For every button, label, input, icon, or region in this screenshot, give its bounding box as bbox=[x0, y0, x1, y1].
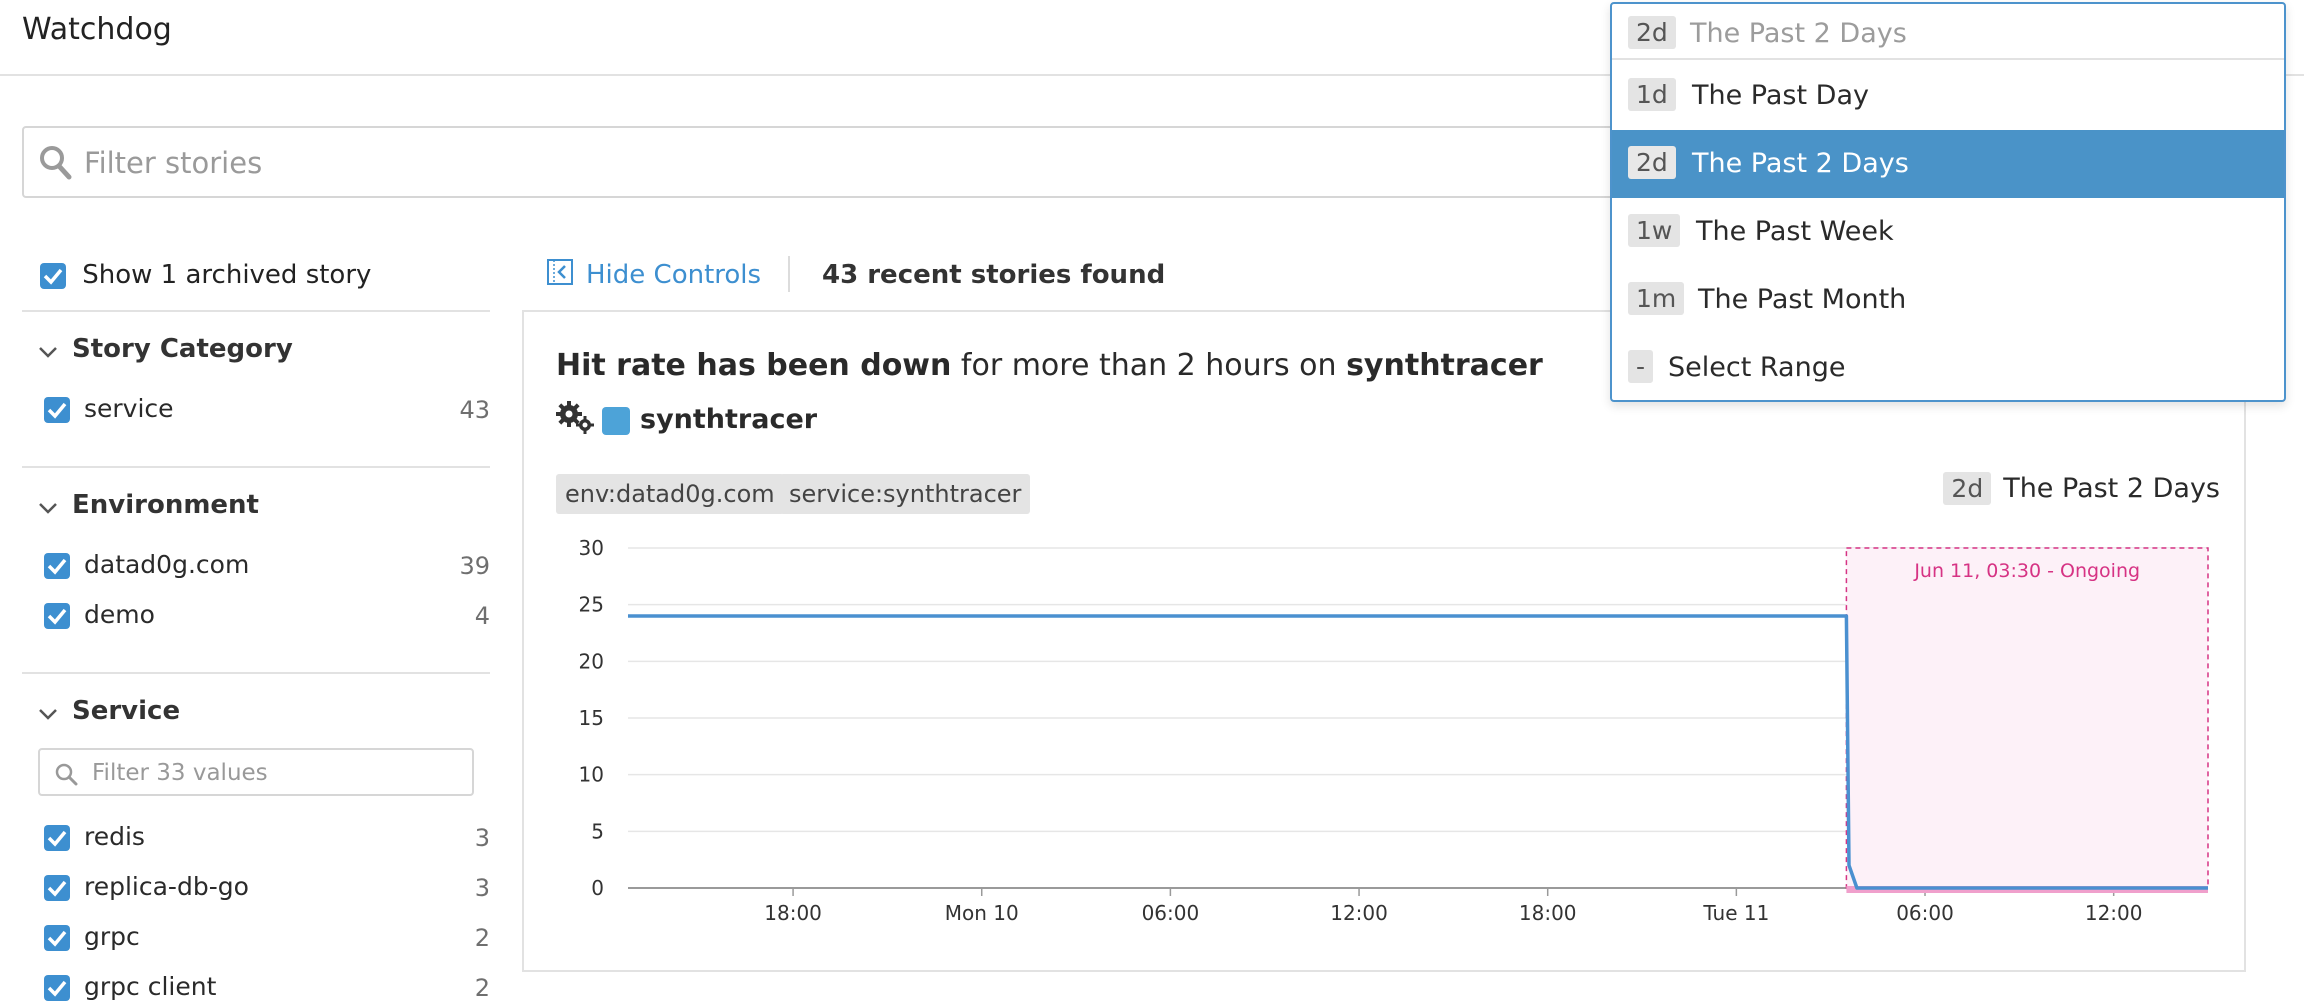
y-tick-label: 0 bbox=[591, 876, 604, 900]
y-tick-label: 15 bbox=[579, 706, 604, 730]
option-label: The Past Month bbox=[1698, 284, 1906, 315]
y-tick-label: 5 bbox=[591, 819, 604, 843]
divider bbox=[22, 466, 490, 468]
facet-label: grpc client bbox=[84, 972, 216, 1001]
facet-label: demo bbox=[84, 600, 155, 629]
facet-label: service bbox=[84, 394, 174, 423]
checkbox-checked-icon[interactable] bbox=[44, 875, 70, 901]
app-title: Watchdog bbox=[22, 12, 172, 47]
checkbox-checked-icon[interactable] bbox=[44, 925, 70, 951]
time-range-current[interactable]: 2d The Past 2 Days bbox=[1612, 4, 2284, 60]
facet-item-datad0g[interactable]: datad0g.com 39 bbox=[44, 550, 490, 579]
chevron-down-icon bbox=[38, 491, 58, 521]
facet-label: grpc bbox=[84, 922, 140, 951]
checkbox-checked-icon[interactable] bbox=[44, 603, 70, 629]
option-past-2-days[interactable]: 2d The Past 2 Days bbox=[1612, 130, 2284, 198]
current-abbr: 2d bbox=[1628, 16, 1676, 49]
facet-item-grpc[interactable]: grpc 2 bbox=[44, 922, 490, 951]
search-icon bbox=[38, 144, 72, 184]
show-archived-label: Show 1 archived story bbox=[82, 260, 371, 290]
hide-controls-button[interactable]: Hide Controls bbox=[546, 258, 761, 293]
collapse-panel-icon bbox=[546, 258, 574, 293]
x-tick-label: 06:00 bbox=[1142, 901, 1200, 925]
x-tick-label: 12:00 bbox=[1330, 901, 1388, 925]
facet-item-redis[interactable]: redis 3 bbox=[44, 822, 490, 851]
option-label: The Past 2 Days bbox=[1692, 148, 1909, 179]
option-select-range[interactable]: - Select Range bbox=[1612, 334, 2284, 402]
search-icon bbox=[54, 762, 78, 790]
y-tick-label: 20 bbox=[579, 649, 604, 673]
show-archived-toggle[interactable]: Show 1 archived story bbox=[40, 260, 371, 290]
x-tick-label: 18:00 bbox=[764, 901, 822, 925]
service-filter-input[interactable]: Filter 33 values bbox=[38, 748, 474, 796]
facet-label: redis bbox=[84, 822, 145, 851]
ongoing-annotation-label: Jun 11, 03:30 - Ongoing bbox=[1913, 560, 2140, 582]
facet-count: 3 bbox=[475, 874, 490, 902]
checkbox-checked-icon[interactable] bbox=[44, 397, 70, 423]
facet-count: 2 bbox=[475, 924, 490, 952]
story-card[interactable]: Hit rate has been down for more than 2 h… bbox=[522, 310, 2246, 972]
option-label: The Past Week bbox=[1696, 216, 1894, 247]
section-service[interactable]: Service bbox=[38, 696, 180, 727]
option-past-week[interactable]: 1w The Past Week bbox=[1612, 198, 2284, 266]
y-tick-label: 25 bbox=[579, 593, 604, 617]
option-past-day[interactable]: 1d The Past Day bbox=[1612, 62, 2284, 130]
option-abbr: - bbox=[1628, 350, 1653, 383]
facet-label: datad0g.com bbox=[84, 550, 249, 579]
ongoing-region bbox=[1846, 548, 2208, 888]
facet-item-demo[interactable]: demo 4 bbox=[44, 600, 490, 629]
facet-item-grpc-client[interactable]: grpc client 2 bbox=[44, 972, 490, 1001]
option-abbr: 1d bbox=[1628, 78, 1676, 111]
x-tick-label: 18:00 bbox=[1519, 901, 1577, 925]
facet-item-service[interactable]: service 43 bbox=[44, 394, 490, 423]
time-range-dropdown[interactable]: 2d The Past 2 Days 1d The Past Day 2d Th… bbox=[1610, 2, 2286, 402]
facet-label: replica-db-go bbox=[84, 872, 249, 901]
facet-count: 4 bbox=[475, 602, 490, 630]
service-filter-placeholder: Filter 33 values bbox=[92, 760, 268, 786]
x-tick-label: Tue 11 bbox=[1702, 901, 1769, 925]
section-story-category[interactable]: Story Category bbox=[38, 334, 293, 365]
checkbox-checked-icon[interactable] bbox=[44, 553, 70, 579]
facet-count: 43 bbox=[459, 396, 490, 424]
section-title-label: Environment bbox=[72, 490, 259, 520]
option-abbr: 2d bbox=[1628, 146, 1676, 179]
option-abbr: 1w bbox=[1628, 214, 1680, 247]
hit-rate-chart: 0 5 10 15 20 25 30 18:00 Mon 10 06:00 12:00 18:00 Tu… bbox=[524, 312, 2244, 970]
hide-controls-label: Hide Controls bbox=[586, 260, 761, 290]
chevron-down-icon bbox=[38, 335, 58, 365]
facet-count: 3 bbox=[475, 824, 490, 852]
chevron-down-icon bbox=[38, 697, 58, 727]
x-tick-label: 06:00 bbox=[1896, 901, 1954, 925]
option-past-month[interactable]: 1m The Past Month bbox=[1612, 266, 2284, 334]
checkbox-checked-icon[interactable] bbox=[44, 975, 70, 1001]
checkbox-checked-icon[interactable] bbox=[40, 263, 66, 289]
facet-count: 2 bbox=[475, 974, 490, 1002]
divider bbox=[22, 310, 490, 312]
facet-item-replica-db-go[interactable]: replica-db-go 3 bbox=[44, 872, 490, 901]
current-label: The Past 2 Days bbox=[1690, 18, 1907, 49]
facet-count: 39 bbox=[459, 552, 490, 580]
x-tick-label: Mon 10 bbox=[945, 901, 1019, 925]
stories-found-count: 43 recent stories found bbox=[822, 260, 1165, 290]
divider bbox=[22, 672, 490, 674]
option-label: The Past Day bbox=[1692, 80, 1869, 111]
option-abbr: 1m bbox=[1628, 282, 1684, 315]
y-tick-label: 10 bbox=[579, 763, 604, 787]
x-tick-label: 12:00 bbox=[2085, 901, 2143, 925]
search-placeholder: Filter stories bbox=[84, 146, 262, 180]
section-title-label: Story Category bbox=[72, 334, 293, 364]
option-label: Select Range bbox=[1668, 352, 1845, 383]
y-tick-label: 30 bbox=[579, 536, 604, 560]
section-environment[interactable]: Environment bbox=[38, 490, 259, 521]
section-title-label: Service bbox=[72, 696, 180, 726]
controls-divider bbox=[788, 256, 790, 292]
checkbox-checked-icon[interactable] bbox=[44, 825, 70, 851]
